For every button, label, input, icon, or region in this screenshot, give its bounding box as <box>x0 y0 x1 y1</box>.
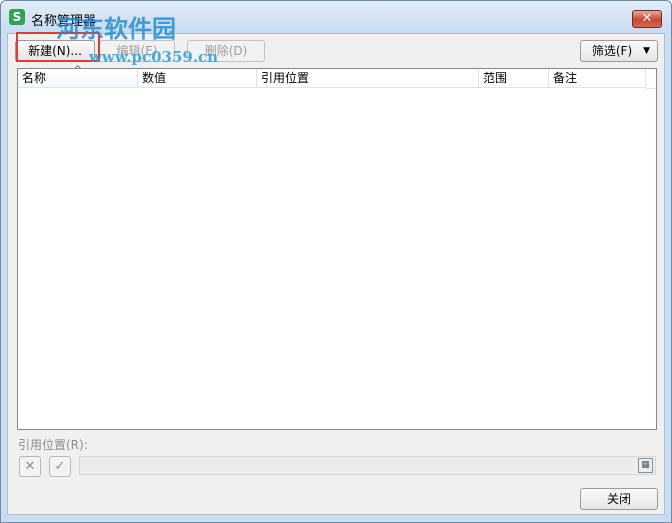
sort-ascending-icon: ^ <box>74 65 82 75</box>
header-filler <box>646 69 656 89</box>
filter-label: 筛选(F) <box>591 44 633 58</box>
refers-to-input[interactable]: ▦ <box>79 456 656 475</box>
watermark-text: 河东软件园 <box>56 14 176 43</box>
refers-to-label: 引用位置(R): <box>18 438 88 452</box>
column-header-refers-to[interactable]: 引用位置 <box>257 69 479 88</box>
column-label: 名称 <box>22 71 47 85</box>
close-button[interactable]: 关闭 <box>580 488 658 510</box>
names-list[interactable]: 名称 ^ 数值 引用位置 范围 备注 <box>17 65 657 430</box>
check-icon: ✓ <box>54 459 66 474</box>
filter-button[interactable]: 筛选(F) ▼ <box>580 40 658 62</box>
range-picker-icon[interactable]: ▦ <box>638 458 653 473</box>
close-icon: ✕ <box>641 11 653 26</box>
watermark-url: www.pc0359.cn <box>89 48 219 66</box>
column-header-comment[interactable]: 备注 <box>549 69 646 88</box>
cancel-edit-button[interactable]: ✕ <box>19 456 41 477</box>
column-header-value[interactable]: 数值 <box>138 69 257 88</box>
name-manager-dialog: S 名称管理器 ✕ 新建(N)... 编辑(E) 删除(D) 筛选(F) ▼ 名… <box>0 0 672 523</box>
cancel-icon: ✕ <box>24 459 36 474</box>
column-header-name[interactable]: 名称 ^ <box>18 65 138 88</box>
app-icon: S <box>9 9 25 25</box>
dialog-body: 新建(N)... 编辑(E) 删除(D) 筛选(F) ▼ 名称 ^ 数值 引用位… <box>7 33 665 515</box>
dropdown-arrow-icon: ▼ <box>643 46 650 56</box>
confirm-edit-button[interactable]: ✓ <box>49 456 71 477</box>
column-header-scope[interactable]: 范围 <box>479 69 549 88</box>
close-window-button[interactable]: ✕ <box>632 10 662 28</box>
